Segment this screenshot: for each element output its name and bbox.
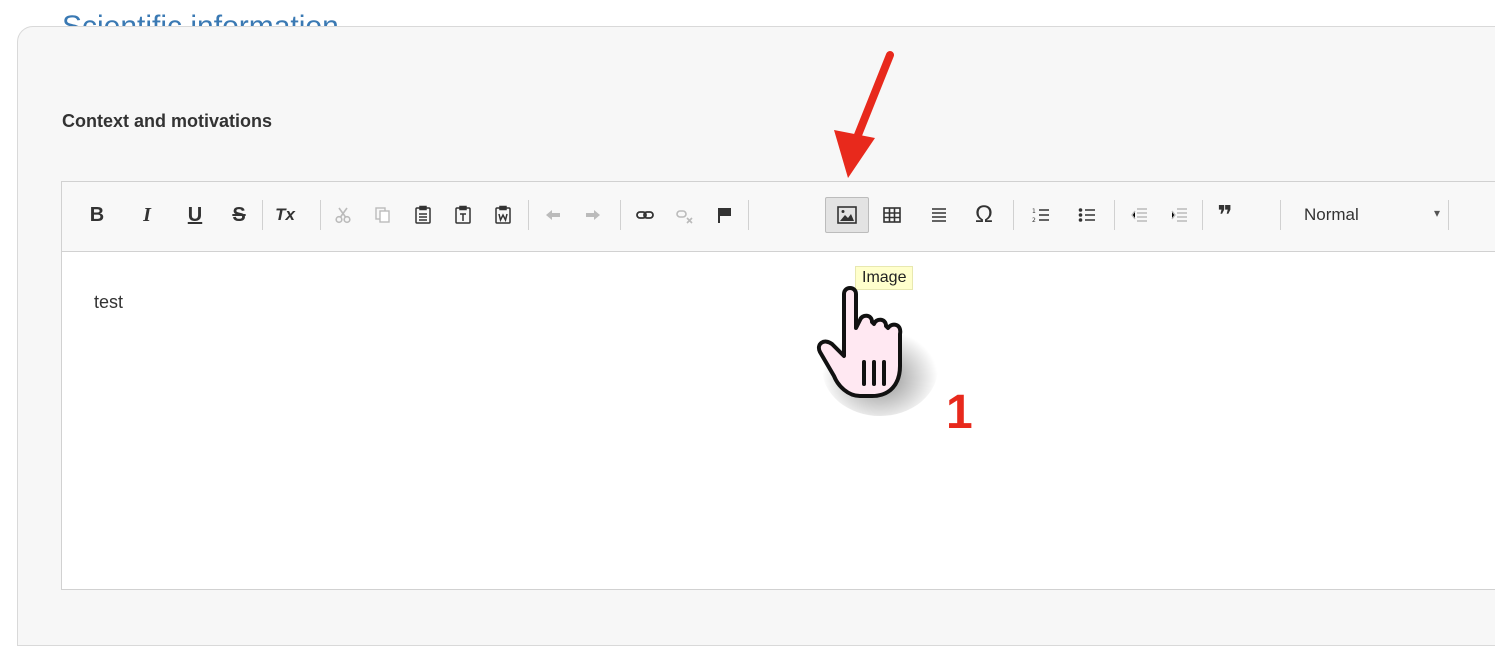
link-icon bbox=[636, 211, 654, 219]
chevron-down-icon: ▾ bbox=[1433, 206, 1440, 220]
paste-word-button[interactable] bbox=[488, 199, 518, 231]
unlink-button[interactable] bbox=[670, 199, 700, 231]
toolbar-separator bbox=[1114, 200, 1115, 230]
outdent-icon bbox=[1131, 208, 1147, 222]
undo-icon bbox=[546, 210, 560, 220]
link-button[interactable] bbox=[630, 199, 660, 231]
toolbar-separator bbox=[1280, 200, 1281, 230]
unlink-icon bbox=[676, 210, 693, 224]
underline-button[interactable]: U bbox=[180, 199, 210, 231]
editor-content[interactable]: test bbox=[94, 292, 123, 313]
copy-icon bbox=[375, 207, 390, 223]
indent-icon bbox=[1171, 208, 1187, 222]
strike-button[interactable]: S bbox=[224, 199, 254, 231]
format-value: Normal bbox=[1304, 205, 1359, 224]
toolbar-separator bbox=[528, 200, 529, 230]
rich-text-editor: B I U S Tx Ω 1 2 ❞ Normal ▾ test bbox=[61, 181, 1495, 590]
bold-button[interactable]: B bbox=[82, 199, 112, 231]
remove-format-button[interactable]: Tx bbox=[270, 199, 300, 231]
toolbar-separator bbox=[262, 200, 263, 230]
italic-button[interactable]: I bbox=[132, 199, 162, 231]
paste-button[interactable] bbox=[408, 199, 438, 231]
toolbar-separator bbox=[1202, 200, 1203, 230]
toolbar-separator bbox=[620, 200, 621, 230]
horizontal-rule-button[interactable] bbox=[924, 199, 954, 231]
toolbar-separator bbox=[1448, 200, 1449, 230]
table-button[interactable] bbox=[877, 199, 907, 231]
toolbar-separator bbox=[748, 200, 749, 230]
horizontal-rule-icon bbox=[932, 208, 946, 222]
toolbar-separator bbox=[1013, 200, 1014, 230]
hand-cursor-icon bbox=[817, 286, 938, 416]
special-char-button[interactable]: Ω bbox=[969, 199, 999, 231]
blockquote-button[interactable]: ❞ bbox=[1210, 199, 1240, 231]
image-button[interactable] bbox=[825, 197, 869, 233]
numbered-list-button[interactable]: 12 bbox=[1026, 199, 1056, 231]
red-arrow-icon bbox=[834, 51, 894, 178]
cut-button[interactable] bbox=[328, 199, 358, 231]
step-number: 1 bbox=[946, 386, 973, 439]
indent-button[interactable] bbox=[1164, 199, 1194, 231]
outdent-button[interactable] bbox=[1124, 199, 1154, 231]
scissors-icon bbox=[335, 207, 351, 224]
undo-button[interactable] bbox=[538, 199, 568, 231]
format-dropdown[interactable]: Normal ▾ bbox=[1296, 199, 1448, 231]
svg-text:2: 2 bbox=[1032, 217, 1036, 224]
image-icon bbox=[837, 206, 857, 224]
svg-text:1: 1 bbox=[1032, 208, 1036, 215]
paste-text-icon bbox=[455, 205, 471, 224]
redo-icon bbox=[586, 210, 600, 220]
paste-icon bbox=[415, 205, 431, 224]
toolbar-separator bbox=[320, 200, 321, 230]
copy-button[interactable] bbox=[368, 199, 398, 231]
anchor-button[interactable] bbox=[710, 199, 740, 231]
paste-word-icon bbox=[495, 205, 511, 224]
paste-text-button[interactable] bbox=[448, 199, 478, 231]
table-icon bbox=[883, 207, 901, 223]
numbered-list-icon: 12 bbox=[1032, 208, 1049, 224]
field-label: Context and motivations bbox=[62, 111, 273, 131]
bulleted-list-icon bbox=[1078, 208, 1095, 222]
editor-toolbar: B I U S Tx Ω 1 2 ❞ Normal ▾ bbox=[62, 182, 1495, 252]
flag-icon bbox=[718, 208, 731, 223]
bulleted-list-button[interactable] bbox=[1072, 199, 1102, 231]
redo-button[interactable] bbox=[578, 199, 608, 231]
